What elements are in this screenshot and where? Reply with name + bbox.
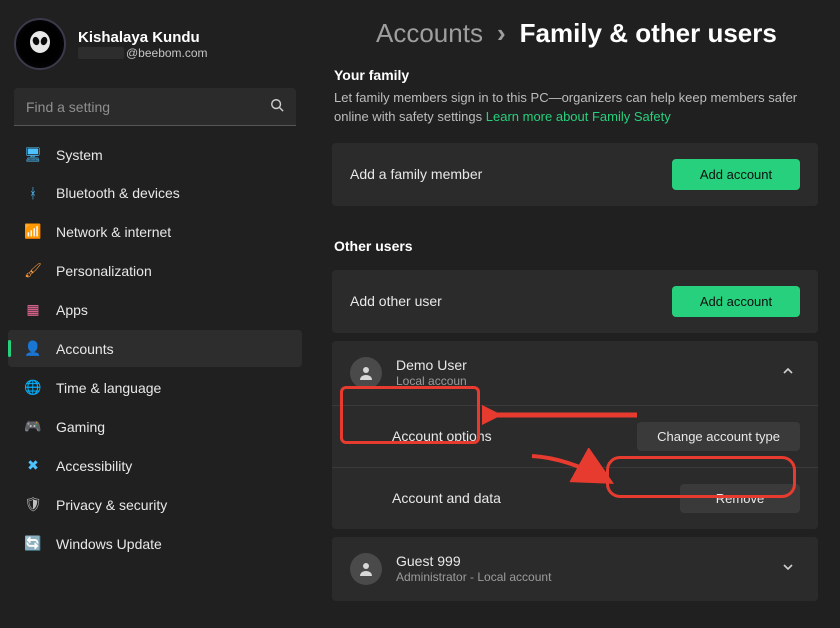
search-icon: [270, 98, 284, 115]
personalization-icon: 🖌: [24, 262, 42, 279]
account-options-label: Account options: [392, 428, 623, 444]
add-other-account-button[interactable]: Add account: [672, 286, 800, 317]
email-redacted: [78, 47, 124, 59]
add-family-label: Add a family member: [350, 166, 658, 182]
breadcrumb: Accounts › Family & other users: [332, 18, 818, 49]
user-name: Demo User: [396, 357, 762, 373]
avatar: [14, 18, 66, 70]
card-user-guest: Guest 999 Administrator - Local account: [332, 537, 818, 601]
sidebar-item-privacy[interactable]: 🛡 Privacy & security: [8, 486, 302, 523]
person-icon: [350, 357, 382, 389]
person-icon: [350, 553, 382, 585]
sidebar-item-label: Accessibility: [56, 458, 132, 474]
user-subtitle: Local accoun: [396, 374, 762, 388]
section-title-family: Your family: [334, 67, 818, 83]
add-other-label: Add other user: [350, 293, 658, 309]
sidebar-item-label: Windows Update: [56, 536, 162, 552]
sidebar-item-label: System: [56, 147, 103, 163]
section-title-other: Other users: [334, 238, 818, 254]
sidebar: Kishalaya Kundu @beebom.com 🖥 System ᚼ Blue…: [0, 0, 310, 628]
search-box[interactable]: [14, 88, 296, 126]
gaming-icon: 🎮: [24, 418, 42, 435]
main-panel: Accounts › Family & other users Your fam…: [310, 0, 840, 628]
profile-name: Kishalaya Kundu: [78, 29, 208, 46]
sidebar-item-accounts[interactable]: 👤 Accounts: [8, 330, 302, 367]
sidebar-item-update[interactable]: 🔄 Windows Update: [8, 525, 302, 562]
user-subtitle: Administrator - Local account: [396, 570, 762, 584]
chevron-down-icon[interactable]: [776, 561, 800, 576]
sidebar-item-label: Time & language: [56, 380, 161, 396]
row-account-options: Account options Change account type: [332, 405, 818, 467]
change-account-type-button[interactable]: Change account type: [637, 422, 800, 451]
sidebar-item-label: Accounts: [56, 341, 114, 357]
accessibility-icon: ✖: [24, 457, 42, 474]
system-icon: 🖥: [24, 146, 42, 163]
time-icon: 🌐: [24, 379, 42, 396]
user-name: Guest 999: [396, 553, 762, 569]
sidebar-item-label: Privacy & security: [56, 497, 167, 513]
section-desc-family: Let family members sign in to this PC—or…: [332, 89, 818, 127]
chevron-up-icon[interactable]: [776, 365, 800, 380]
sidebar-item-personalization[interactable]: 🖌 Personalization: [8, 252, 302, 289]
add-family-account-button[interactable]: Add account: [672, 159, 800, 190]
user-header-guest[interactable]: Guest 999 Administrator - Local account: [332, 537, 818, 601]
apps-icon: ▦: [24, 301, 42, 318]
card-add-other: Add other user Add account: [332, 270, 818, 333]
sidebar-item-network[interactable]: 📶 Network & internet: [8, 213, 302, 250]
chevron-right-icon: ›: [497, 18, 506, 49]
alien-avatar-icon: [25, 29, 55, 59]
sidebar-item-label: Bluetooth & devices: [56, 185, 180, 201]
sidebar-item-accessibility[interactable]: ✖ Accessibility: [8, 447, 302, 484]
bluetooth-icon: ᚼ: [24, 185, 42, 201]
breadcrumb-current: Family & other users: [520, 18, 777, 49]
search-input[interactable]: [26, 99, 270, 115]
profile-header[interactable]: Kishalaya Kundu @beebom.com: [8, 12, 302, 88]
sidebar-item-label: Gaming: [56, 419, 105, 435]
remove-account-button[interactable]: Remove: [680, 484, 800, 513]
sidebar-item-system[interactable]: 🖥 System: [8, 136, 302, 173]
sidebar-item-label: Apps: [56, 302, 88, 318]
card-user-demo: Demo User Local accoun Account options C…: [332, 341, 818, 529]
accounts-icon: 👤: [24, 340, 42, 357]
sidebar-item-gaming[interactable]: 🎮 Gaming: [8, 408, 302, 445]
sidebar-item-label: Network & internet: [56, 224, 171, 240]
row-account-data: Account and data Remove: [332, 467, 818, 529]
privacy-icon: 🛡: [24, 496, 42, 513]
profile-email: @beebom.com: [78, 46, 208, 60]
family-safety-link[interactable]: Learn more about Family Safety: [486, 109, 671, 124]
sidebar-item-bluetooth[interactable]: ᚼ Bluetooth & devices: [8, 175, 302, 211]
user-header-demo[interactable]: Demo User Local accoun: [332, 341, 818, 405]
sidebar-item-apps[interactable]: ▦ Apps: [8, 291, 302, 328]
account-data-label: Account and data: [392, 490, 666, 506]
update-icon: 🔄: [24, 535, 42, 552]
breadcrumb-parent[interactable]: Accounts: [376, 18, 483, 49]
sidebar-item-label: Personalization: [56, 263, 152, 279]
card-add-family: Add a family member Add account: [332, 143, 818, 206]
network-icon: 📶: [24, 223, 42, 240]
sidebar-item-time[interactable]: 🌐 Time & language: [8, 369, 302, 406]
sidebar-nav: 🖥 System ᚼ Bluetooth & devices 📶 Network & in…: [8, 136, 302, 562]
